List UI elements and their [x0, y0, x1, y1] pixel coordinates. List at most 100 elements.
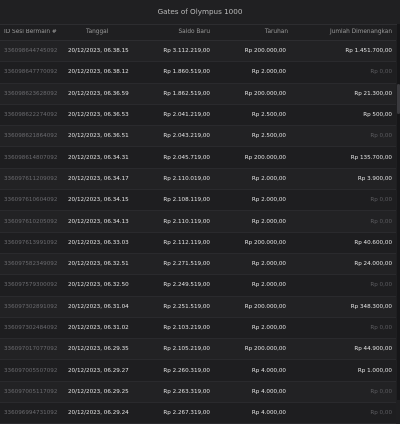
- balance-cell: Rp 2.105.219,00: [163, 346, 210, 353]
- table-row[interactable]: 336097302484092 20/12/2023, 06.31.02 Rp 2.…: [0, 317, 396, 340]
- win-cell: Rp 24.000,00: [354, 261, 392, 268]
- table-row[interactable]: 336097302891092 20/12/2023, 06.31.04 Rp 2.…: [0, 296, 396, 318]
- balance-cell: Rp 2.103.219,00: [163, 325, 210, 331]
- table-row[interactable]: 336098644745092 20/12/2023, 06.38.15 Rp 3.…: [0, 41, 396, 63]
- date-cell: 20/12/2023, 06.29.35: [68, 346, 129, 353]
- session-id: 336098614807092: [4, 154, 58, 161]
- session-id: 336097302484092: [4, 325, 58, 331]
- header-win: Jumlah Dimenangkan: [329, 29, 392, 35]
- bet-cell: Rp 4.000,00: [251, 367, 286, 374]
- balance-cell: Rp 3.112.219,00: [163, 48, 210, 55]
- bet-cell: Rp 200.000,00: [244, 48, 286, 55]
- session-id: 336097017077092: [4, 346, 58, 353]
- session-id: 336098623628092: [4, 90, 58, 97]
- table-row[interactable]: 336097610604092 20/12/2023, 06.34.15 Rp 2.…: [0, 190, 396, 212]
- session-id: 336097613991092: [4, 239, 58, 246]
- bet-cell: Rp 200.000,00: [244, 303, 286, 310]
- table-row[interactable]: 336096994731092 20/12/2023, 06.29.24 Rp 2.…: [0, 403, 396, 424]
- date-cell: 20/12/2023, 06.34.31: [68, 154, 129, 161]
- balance-cell: Rp 2.249.519,00: [163, 282, 210, 289]
- session-id: 336097579300092: [4, 282, 58, 289]
- bet-cell: Rp 200.000,00: [244, 239, 286, 246]
- history-table: ID Sesi Bermain # Tanggal Saldo Baru Tar…: [0, 24, 396, 424]
- table-row[interactable]: 336097017077092 20/12/2023, 06.29.35 Rp 2.…: [0, 339, 396, 361]
- balance-cell: Rp 2.263.319,00: [163, 388, 210, 395]
- win-cell: Rp 1.000,00: [357, 367, 392, 374]
- date-cell: 20/12/2023, 06.36.53: [68, 112, 129, 119]
- bet-cell: Rp 200.000,00: [244, 346, 286, 353]
- session-id: 336097610604092: [4, 197, 58, 204]
- date-cell: 20/12/2023, 06.36.51: [68, 133, 129, 140]
- table-row[interactable]: 336098614807092 20/12/2023, 06.34.31 Rp 2.…: [0, 147, 396, 169]
- table-row[interactable]: 336097582349092 20/12/2023, 06.32.51 Rp 2.…: [0, 253, 396, 276]
- win-cell: Rp 44.900,00: [354, 346, 392, 353]
- bet-cell: Rp 4.000,00: [251, 410, 286, 417]
- date-cell: 20/12/2023, 06.29.24: [68, 410, 129, 417]
- session-id: 336098647770092: [4, 69, 58, 76]
- table-row[interactable]: 336097579300092 20/12/2023, 06.32.50 Rp 2.…: [0, 275, 396, 297]
- date-cell: 20/12/2023, 06.34.17: [68, 175, 129, 182]
- balance-cell: Rp 2.251.519,00: [163, 303, 210, 310]
- balance-cell: Rp 2.260.319,00: [163, 367, 210, 374]
- page-title: Gates of Olympus 1000: [0, 0, 400, 25]
- win-cell: Rp 0,00: [370, 388, 392, 395]
- win-cell: Rp 0,00: [370, 282, 392, 289]
- session-id: 336097611209092: [4, 175, 58, 182]
- header-id: ID Sesi Bermain #: [4, 29, 57, 35]
- win-cell: Rp 0,00: [370, 410, 392, 417]
- balance-cell: Rp 1.862.519,00: [163, 90, 210, 97]
- table-row[interactable]: 336098647770092 20/12/2023, 06.38.12 Rp 1.…: [0, 62, 396, 84]
- session-id: 336097582349092: [4, 261, 58, 268]
- win-cell: Rp 0,00: [370, 69, 392, 76]
- win-cell: Rp 500,00: [363, 112, 392, 119]
- session-id: 336097302891092: [4, 303, 58, 310]
- bet-cell: Rp 2.000,00: [251, 175, 286, 182]
- date-cell: 20/12/2023, 06.29.27: [68, 367, 129, 374]
- bet-cell: Rp 4.000,00: [251, 388, 286, 395]
- balance-cell: Rp 2.110.119,00: [163, 218, 210, 225]
- bet-cell: Rp 200.000,00: [244, 154, 286, 161]
- bet-cell: Rp 2.500,00: [251, 112, 286, 119]
- win-cell: Rp 0,00: [370, 218, 392, 225]
- date-cell: 20/12/2023, 06.31.02: [68, 325, 129, 331]
- session-id: 336098622274092: [4, 112, 58, 119]
- table-row[interactable]: 336097613991092 20/12/2023, 06.33.03 Rp 2.…: [0, 232, 396, 254]
- bet-cell: Rp 2.000,00: [251, 69, 286, 76]
- session-id: 336097610205092: [4, 218, 58, 225]
- session-id: 336098621864092: [4, 133, 58, 140]
- table-row[interactable]: 336098623628092 20/12/2023, 06.36.59 Rp 1.…: [0, 83, 396, 105]
- session-id: 336097005117092: [4, 388, 58, 395]
- balance-cell: Rp 2.108.119,00: [163, 197, 210, 204]
- table-row[interactable]: 336098621864092 20/12/2023, 06.36.51 Rp 2.…: [0, 126, 396, 148]
- date-cell: 20/12/2023, 06.31.04: [68, 303, 129, 310]
- table-row[interactable]: 336098622274092 20/12/2023, 06.36.53 Rp 2.…: [0, 104, 396, 127]
- table-body: 336098644745092 20/12/2023, 06.38.15 Rp 3.…: [0, 41, 396, 424]
- win-cell: Rp 1.451.700,00: [345, 48, 392, 55]
- table-row[interactable]: 336097610205092 20/12/2023, 06.34.13 Rp 2.…: [0, 211, 396, 233]
- win-cell: Rp 135.700,00: [350, 154, 392, 161]
- balance-cell: Rp 2.041.219,00: [163, 112, 210, 119]
- header-date: Tanggal: [86, 29, 109, 35]
- session-id: 336097005507092: [4, 367, 58, 374]
- session-id: 336098644745092: [4, 48, 58, 55]
- win-cell: Rp 0,00: [370, 325, 392, 331]
- bet-cell: Rp 2.000,00: [251, 218, 286, 225]
- win-cell: Rp 21.300,00: [354, 90, 392, 97]
- balance-cell: Rp 2.267.319,00: [163, 410, 210, 417]
- balance-cell: Rp 2.112.119,00: [163, 239, 210, 246]
- bet-cell: Rp 200.000,00: [244, 90, 286, 97]
- header-bet: Taruhan: [264, 29, 288, 35]
- table-row[interactable]: 336097005507092 20/12/2023, 06.29.27 Rp 2.…: [0, 360, 396, 382]
- header-balance: Saldo Baru: [178, 29, 211, 35]
- table-row[interactable]: 336097611209092 20/12/2023, 06.34.17 Rp 2.…: [0, 168, 396, 191]
- bet-cell: Rp 2.500,00: [251, 133, 286, 140]
- balance-cell: Rp 2.043.219,00: [163, 133, 210, 140]
- bet-cell: Rp 2.000,00: [251, 325, 286, 331]
- bet-cell: Rp 2.000,00: [251, 282, 286, 289]
- date-cell: 20/12/2023, 06.32.50: [68, 282, 129, 289]
- date-cell: 20/12/2023, 06.29.25: [68, 388, 129, 395]
- bet-cell: Rp 2.000,00: [251, 197, 286, 204]
- balance-cell: Rp 1.860.519,00: [163, 69, 210, 76]
- session-id: 336096994731092: [4, 410, 58, 417]
- win-cell: Rp 3.900,00: [357, 175, 392, 182]
